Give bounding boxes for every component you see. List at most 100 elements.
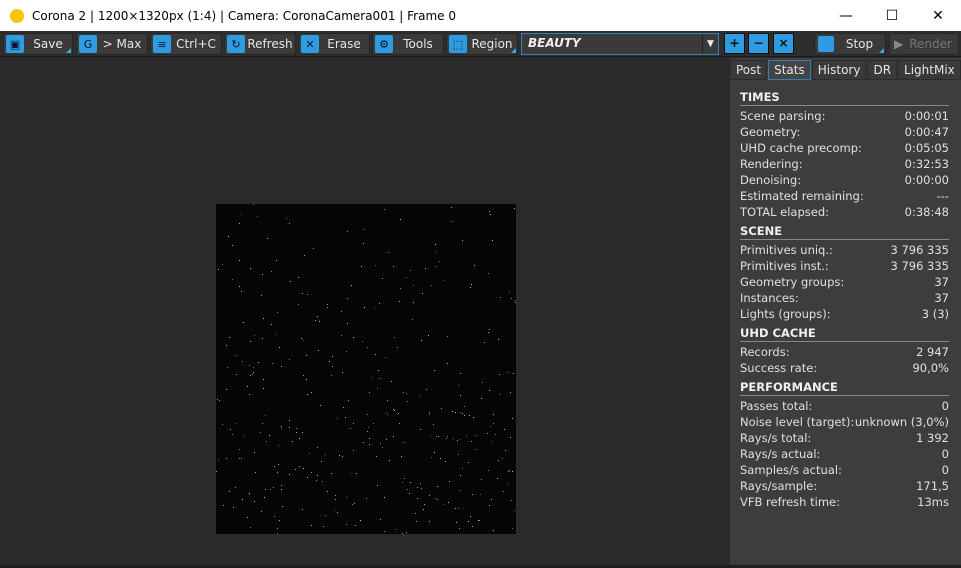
stats-list: TIMES Scene parsing: 0:00:01 Geometry: 0:00:… <box>740 88 949 512</box>
stat-value: 37 <box>934 291 949 305</box>
maximize-button[interactable]: ☐ <box>869 0 915 31</box>
stat-value: 0:00:47 <box>904 125 949 139</box>
stat-value: 13ms <box>917 495 949 509</box>
stat-row: UHD cache precomp: 0:05:05 <box>740 140 949 156</box>
stat-label: Rays/s total: <box>740 431 812 445</box>
stat-row: Geometry groups: 37 <box>740 274 949 290</box>
tab-stats[interactable]: Stats <box>768 60 811 80</box>
tab-post[interactable]: Post <box>730 60 768 80</box>
stat-value: 3 (3) <box>921 307 949 321</box>
refresh-button[interactable]: ↻ Refresh <box>224 33 296 55</box>
stats-section-performance: PERFORMANCE Passes total: 0 Noise level (ta… <box>740 378 949 510</box>
section-header: UHD CACHE <box>740 324 949 342</box>
stat-label: Geometry: <box>740 125 801 139</box>
max-icon: G <box>79 35 97 53</box>
stat-value: 0:32:53 <box>904 157 949 171</box>
stat-label: Records: <box>740 345 790 359</box>
stop-button[interactable]: Stop <box>814 33 886 55</box>
stats-section-scene: SCENE Primitives uniq.: 3 796 335 Primitive… <box>740 222 949 322</box>
stat-value: 0:00:01 <box>904 109 949 123</box>
stat-label: Instances: <box>740 291 799 305</box>
stat-row: Rendering: 0:32:53 <box>740 156 949 172</box>
stat-label: Geometry groups: <box>740 275 845 289</box>
stat-row: Success rate: 90,0% <box>740 360 949 376</box>
zoom-fit-button[interactable]: × <box>773 33 794 54</box>
tab-dr[interactable]: DR <box>867 60 898 80</box>
close-button[interactable]: ✕ <box>915 0 961 31</box>
minimize-button[interactable]: — <box>823 0 869 31</box>
stat-label: UHD cache precomp: <box>740 141 862 155</box>
save-button[interactable]: ▣ Save <box>3 33 73 55</box>
section-header: PERFORMANCE <box>740 378 949 396</box>
stat-value: 0:00:00 <box>904 173 949 187</box>
erase-label: Erase <box>327 37 361 51</box>
stat-row: TOTAL elapsed: 0:38:48 <box>740 204 949 220</box>
stat-row: Rays/sample: 171,5 <box>740 478 949 494</box>
stat-row: Estimated remaining: --- <box>740 188 949 204</box>
erase-icon: ✕ <box>301 35 319 53</box>
stat-value: 0 <box>941 447 949 461</box>
stat-row: Passes total: 0 <box>740 398 949 414</box>
stat-label: Primitives uniq.: <box>740 243 833 257</box>
stop-label: Stop <box>845 37 874 51</box>
refresh-label: Refresh <box>247 37 293 51</box>
stat-label: Rendering: <box>740 157 803 171</box>
stat-label: Estimated remaining: <box>740 189 864 203</box>
stat-value: 0 <box>941 463 949 477</box>
stat-row: Lights (groups): 3 (3) <box>740 306 949 322</box>
stat-value: 0:38:48 <box>904 205 949 219</box>
copy-icon: ≡ <box>153 35 171 53</box>
region-button[interactable]: ⬚ Region <box>446 33 518 55</box>
stat-row: Rays/s actual: 0 <box>740 446 949 462</box>
erase-button[interactable]: ✕ Erase <box>298 33 370 55</box>
stat-value: 3 796 335 <box>890 243 949 257</box>
stat-row: VFB refresh time: 13ms <box>740 494 949 510</box>
copy-button[interactable]: ≡ Ctrl+C <box>150 33 222 55</box>
tab-lightmix[interactable]: LightMix <box>898 60 961 80</box>
stat-label: Lights (groups): <box>740 307 831 321</box>
stat-row: Instances: 37 <box>740 290 949 306</box>
stat-row: Noise level (target): unknown (3,0%) <box>740 414 949 430</box>
stat-label: Denoising: <box>740 173 802 187</box>
stat-row: Denoising: 0:00:00 <box>740 172 949 188</box>
section-header: TIMES <box>740 88 949 106</box>
render-label: Render <box>909 37 952 51</box>
stop-icon <box>818 36 834 52</box>
stat-value: 0:05:05 <box>904 141 949 155</box>
channel-select[interactable]: BEAUTY ▼ <box>521 33 719 55</box>
stat-label: Rays/sample: <box>740 479 818 493</box>
stat-value: 0 <box>941 399 949 413</box>
render-viewport[interactable] <box>0 58 729 565</box>
chevron-down-icon: ▼ <box>702 34 718 54</box>
stat-label: Passes total: <box>740 399 813 413</box>
stat-value: 2 947 <box>916 345 949 359</box>
stat-label: Success rate: <box>740 361 818 375</box>
title-bar: Corona 2 | 1200×1320px (1:4) | Camera: C… <box>0 0 961 31</box>
stat-label: VFB refresh time: <box>740 495 840 509</box>
stat-row: Primitives uniq.: 3 796 335 <box>740 242 949 258</box>
stat-value: --- <box>936 189 949 203</box>
render-button[interactable]: ▶ Render <box>889 33 959 55</box>
region-icon: ⬚ <box>449 35 467 53</box>
tab-history[interactable]: History <box>811 60 867 80</box>
stat-value: 90,0% <box>912 361 949 375</box>
section-header: SCENE <box>740 222 949 240</box>
stat-row: Primitives inst.: 3 796 335 <box>740 258 949 274</box>
panel-tabs: Post Stats History DR LightMix <box>730 60 961 80</box>
tools-label: Tools <box>403 37 433 51</box>
stat-label: Primitives inst.: <box>740 259 829 273</box>
save-label: Save <box>33 37 63 51</box>
stat-label: Samples/s actual: <box>740 463 842 477</box>
stat-value: 171,5 <box>916 479 949 493</box>
stat-row: Geometry: 0:00:47 <box>740 124 949 140</box>
play-icon: ▶ <box>894 37 904 51</box>
corona-logo-icon <box>10 8 24 23</box>
max-button[interactable]: G > Max <box>76 33 148 55</box>
stat-row: Scene parsing: 0:00:01 <box>740 108 949 124</box>
tools-button[interactable]: ⚙ Tools <box>372 33 444 55</box>
zoom-in-button[interactable]: + <box>724 33 745 54</box>
stat-value: 37 <box>934 275 949 289</box>
channel-value: BEAUTY <box>528 36 581 50</box>
zoom-out-button[interactable]: − <box>748 33 769 54</box>
stat-label: Rays/s actual: <box>740 447 821 461</box>
